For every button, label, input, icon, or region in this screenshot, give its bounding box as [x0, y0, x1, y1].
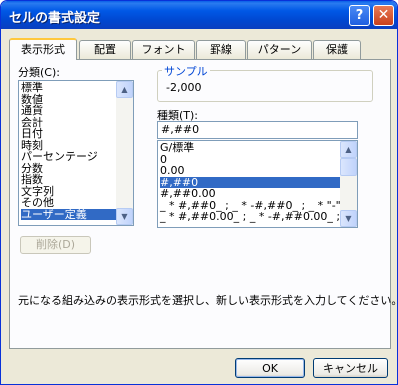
type-list-item[interactable]: 0.00	[160, 165, 340, 177]
category-list-item[interactable]: 通貨	[21, 105, 117, 117]
category-label: 分類(C):	[18, 66, 60, 79]
delete-button[interactable]: 削除(D)	[20, 236, 91, 254]
type-scrollbar[interactable]: ▲ ▼	[340, 141, 357, 227]
help-button[interactable]: ?	[349, 5, 370, 26]
category-list-item[interactable]: その他	[21, 197, 117, 209]
category-listbox[interactable]: 標準 数値 通貨 会計 日付 時刻 パーセンテージ 分数 指数 文字列 その他 ユーザー定義 ▲ ▼	[18, 80, 134, 226]
tab-alignment[interactable]: 配置	[79, 40, 131, 59]
ok-button[interactable]: OK	[235, 358, 305, 378]
scroll-thumb[interactable]	[340, 158, 357, 176]
number-tab-panel: 分類(C): 標準 数値 通貨 会計 日付 時刻 パーセンテージ 分数 指数 文字列 その他 ユーザー…	[9, 59, 397, 349]
sample-label: サンプル	[162, 63, 210, 79]
type-list-item[interactable]: 0	[160, 153, 340, 166]
category-list-item[interactable]: 標準	[21, 82, 117, 94]
category-list-item[interactable]: 指数	[21, 174, 117, 186]
type-listbox[interactable]: G/標準 0 0.00 #,##0 #,##0.00 _ * #,##0_ ; _ * -…	[157, 140, 358, 228]
description-text: 元になる組み込みの表示形式を選択し、新しい表示形式を入力してください。	[18, 294, 398, 307]
tab-number[interactable]: 表示形式	[9, 38, 77, 60]
sample-groupbox: サンプル -2,000	[157, 63, 373, 102]
tab-border[interactable]: 罫線	[196, 40, 246, 59]
tab-strip: 表示形式 配置 フォント 罫線 パターン 保護	[9, 38, 393, 60]
scroll-down-icon[interactable]: ▼	[340, 210, 357, 227]
tab-patterns[interactable]: パターン	[247, 40, 312, 59]
tab-protection[interactable]: 保護	[313, 40, 361, 59]
type-list-item[interactable]: G/標準	[160, 142, 340, 154]
type-list-item[interactable]: _ * #,##0.00_ ; _ * -#,##0.00_ ; _ * "-"…	[160, 211, 357, 223]
sample-value: -2,000	[166, 81, 202, 94]
scroll-up-icon[interactable]: ▲	[340, 141, 357, 158]
format-cells-dialog: セルの書式設定 ? ✕ 表示形式 配置 フォント 罫線 パターン 保護 分類(C…	[0, 0, 398, 385]
scroll-down-icon[interactable]: ▼	[116, 208, 133, 225]
cancel-button[interactable]: キャンセル	[313, 358, 388, 378]
category-scrollbar[interactable]: ▲ ▼	[116, 81, 133, 225]
category-list-item[interactable]: 日付	[21, 128, 117, 140]
type-list-item[interactable]: #,##0.00	[160, 188, 340, 200]
title-bar[interactable]: セルの書式設定 ? ✕	[1, 1, 397, 29]
tab-font[interactable]: フォント	[132, 40, 195, 59]
window-title: セルの書式設定	[9, 11, 101, 26]
category-list-item[interactable]: ユーザー定義	[21, 208, 117, 220]
scroll-up-icon[interactable]: ▲	[116, 81, 133, 98]
close-button[interactable]: ✕	[373, 5, 394, 26]
category-list-item[interactable]: パーセンテージ	[21, 151, 117, 163]
type-input[interactable]: #,##0	[157, 121, 358, 139]
